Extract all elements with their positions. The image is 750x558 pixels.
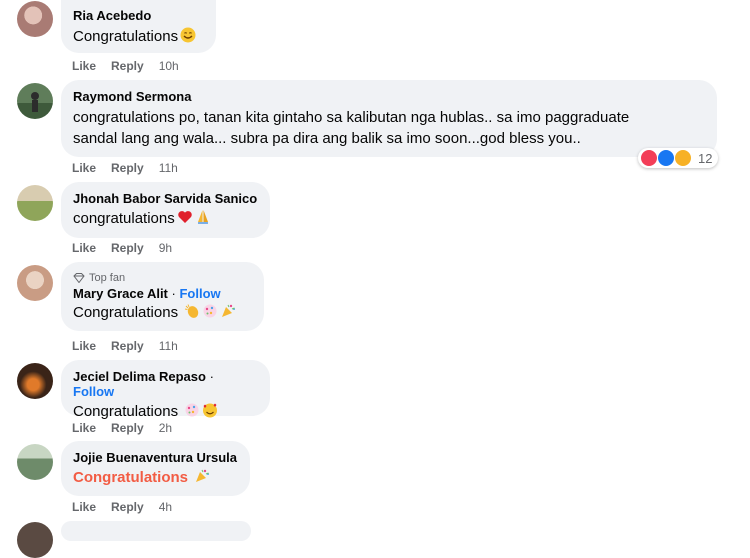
follow-button[interactable]: Follow — [179, 286, 220, 301]
comment-author[interactable]: Jeciel Delima Repaso — [73, 369, 206, 384]
comment-bubble: Top fan Mary Grace Alit · Follow Congrat… — [61, 262, 264, 331]
comment-text: Congratulations — [73, 26, 204, 47]
follow-button[interactable]: Follow — [73, 384, 114, 399]
comment-text-line: sandal lang ang wala... subra pa dira an… — [73, 130, 581, 147]
comment-actions: Like Reply 11h — [72, 161, 178, 175]
avatar[interactable] — [17, 1, 53, 37]
comment-text: congratulations — [73, 208, 258, 229]
comment-timestamp[interactable]: 4h — [159, 500, 172, 514]
comment-timestamp[interactable]: 2h — [159, 421, 172, 435]
like-reaction-icon — [657, 149, 675, 167]
avatar[interactable] — [17, 363, 53, 399]
badge-label: Top fan — [89, 271, 126, 284]
comment-author[interactable]: Jhonah Babor Sarvida Sanico — [73, 191, 258, 206]
avatar[interactable] — [17, 444, 53, 480]
like-button[interactable]: Like — [72, 500, 96, 514]
comment-actions: Like Reply 4h — [72, 500, 172, 514]
comment-text: Congratulations — [73, 401, 258, 422]
like-button[interactable]: Like — [72, 421, 96, 435]
reply-button[interactable]: Reply — [111, 241, 144, 255]
reply-button[interactable]: Reply — [111, 161, 144, 175]
reaction-summary[interactable]: 12 — [638, 148, 719, 168]
avatar[interactable] — [17, 185, 53, 221]
comment-actions: Like Reply 10h — [72, 59, 179, 73]
top-fan-badge: Top fan — [73, 270, 252, 285]
avatar[interactable] — [17, 83, 53, 119]
comment-bubble-partial — [61, 521, 251, 541]
comment-text: congratulations po, tanan kita gintaho s… — [73, 107, 705, 149]
confetti-ball-icon — [185, 403, 199, 417]
comment-text-body: Congratulations — [73, 28, 179, 45]
avatar-figure-icon — [31, 92, 39, 112]
comment-timestamp[interactable]: 11h — [159, 161, 178, 175]
party-popper-icon — [196, 469, 210, 482]
separator-dot: · — [167, 286, 180, 301]
care-reaction-icon — [674, 149, 692, 167]
comment-author[interactable]: Jojie Buenaventura Ursula — [73, 450, 238, 465]
comment-text-body: congratulations — [73, 210, 175, 227]
comment-author[interactable]: Mary Grace Alit — [73, 286, 168, 301]
comment-bubble: Jeciel Delima Repaso · Follow Congratula… — [61, 360, 270, 420]
comment-bubble: Raymond Sermona congratulations po, tana… — [61, 80, 717, 157]
reaction-count: 12 — [698, 150, 713, 166]
reply-button[interactable]: Reply — [111, 339, 144, 353]
reply-button[interactable]: Reply — [111, 500, 144, 514]
comment-bubble: Jhonah Babor Sarvida Sanico congratulati… — [61, 182, 270, 238]
like-button[interactable]: Like — [72, 59, 96, 73]
smiling-face-with-hearts-icon — [203, 403, 218, 418]
comment-timestamp[interactable]: 9h — [159, 241, 172, 255]
comment-actions: Like Reply 9h — [72, 241, 172, 255]
clapping-hands-icon — [185, 304, 199, 318]
party-popper-icon — [222, 304, 236, 317]
comment-author[interactable]: Ria Acebedo — [73, 8, 204, 23]
avatar[interactable] — [17, 265, 53, 301]
like-button[interactable]: Like — [72, 241, 96, 255]
confetti-ball-icon — [203, 304, 217, 318]
love-reaction-icon — [640, 149, 658, 167]
comment-bubble: Jojie Buenaventura Ursula Congratulation… — [61, 441, 250, 496]
comment-actions: Like Reply 2h — [72, 421, 172, 435]
comment-text-body: Congratulations — [73, 304, 179, 321]
separator-dot: · — [205, 369, 214, 384]
comment-author[interactable]: Raymond Sermona — [73, 89, 705, 104]
comment-actions: Like Reply 11h — [72, 339, 178, 353]
comment-text-body: Congratulations — [73, 469, 188, 486]
avatar[interactable] — [17, 522, 53, 558]
red-heart-icon — [178, 211, 192, 223]
comment-text: Congratulations — [73, 302, 252, 323]
comment-author-line: Mary Grace Alit · Follow — [73, 286, 252, 301]
comment-timestamp[interactable]: 11h — [159, 339, 178, 353]
comment-bubble: Ria Acebedo Congratulations — [61, 0, 216, 53]
comment-author-line: Jeciel Delima Repaso · Follow — [73, 369, 258, 399]
like-button[interactable]: Like — [72, 161, 96, 175]
reply-button[interactable]: Reply — [111, 59, 144, 73]
comment-text: Congratulations — [73, 467, 238, 488]
comment-text-body: Congratulations — [73, 403, 179, 420]
like-button[interactable]: Like — [72, 339, 96, 353]
comment-timestamp[interactable]: 10h — [159, 59, 179, 73]
reply-button[interactable]: Reply — [111, 421, 144, 435]
diamond-icon — [73, 272, 85, 283]
folded-hands-icon — [197, 210, 208, 224]
comment-text-line: congratulations po, tanan kita gintaho s… — [73, 109, 630, 126]
smiling-face-icon — [180, 27, 196, 43]
